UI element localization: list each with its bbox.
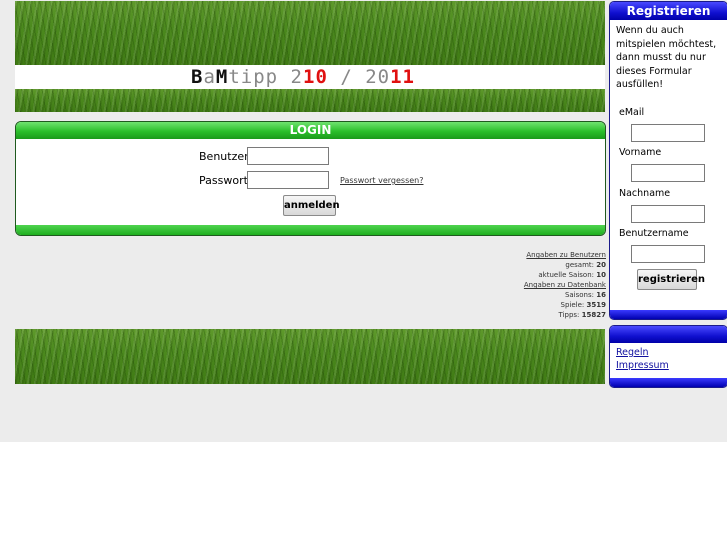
rules-link[interactable]: Regeln (616, 347, 649, 358)
stat-value: 20 (596, 261, 606, 269)
firstname-label: Vorname (619, 147, 662, 158)
grass-banner-strip-bottom (15, 89, 605, 112)
stat-label: gesamt: (565, 261, 595, 269)
stat-label: Spiele: (560, 301, 585, 309)
logo-part: M (215, 66, 229, 88)
register-intro: Wenn du auch mitspielen möchtest, dann m… (616, 25, 717, 90)
login-button[interactable]: anmelden (283, 195, 340, 216)
email-field[interactable] (631, 124, 705, 142)
username-label: Benutzer (199, 150, 249, 163)
grass-banner-top (15, 1, 605, 65)
register-title: Registrieren (610, 2, 727, 20)
stat-label: Tipps: (558, 311, 580, 319)
grass-banner-bottom (15, 329, 605, 384)
links-footer-bar (610, 378, 727, 387)
password-label: Passwort (199, 174, 248, 187)
database-info-link[interactable]: Angaben zu Datenbank (524, 281, 606, 289)
forgot-password-link[interactable]: Passwort vergessen? (340, 176, 424, 185)
logo-part: tipp 2 (228, 66, 303, 88)
stat-value: 3519 (586, 301, 606, 309)
logo-part: 10 (303, 66, 328, 88)
statistics: Angaben zu Benutzern gesamt: 20 aktuelle… (524, 250, 606, 320)
login-panel: LOGIN Benutzer Passwort Passwort vergess… (15, 121, 606, 236)
email-label: eMail (619, 107, 645, 118)
register-footer-bar (610, 310, 727, 319)
login-title: LOGIN (16, 122, 605, 139)
register-button[interactable]: registrieren (637, 269, 705, 290)
links-header (610, 326, 727, 343)
password-input[interactable] (247, 171, 329, 189)
stat-label: Saisons: (564, 291, 595, 299)
stat-value: 15827 (581, 311, 606, 319)
username-input[interactable] (247, 147, 329, 165)
stat-value: 10 (596, 271, 606, 279)
imprint-link[interactable]: Impressum (616, 360, 669, 371)
stat-label: aktuelle Saison: (538, 271, 595, 279)
lastname-label: Nachname (619, 188, 671, 199)
logo-part: a (203, 66, 216, 88)
register-panel: Registrieren Wenn du auch mitspielen möc… (609, 1, 727, 320)
firstname-field[interactable] (631, 164, 705, 182)
logo-part: 11 (390, 66, 415, 88)
login-footer-bar (16, 225, 605, 235)
logo-part: B (191, 66, 204, 88)
register-username-field[interactable] (631, 245, 705, 263)
stat-value: 16 (596, 291, 606, 299)
register-username-label: Benutzername (619, 228, 689, 239)
site-logo: BaMtipp 210 / 2011 (191, 66, 415, 88)
links-panel: Regeln Impressum (609, 325, 727, 388)
lastname-field[interactable] (631, 205, 705, 223)
logo-part: / 20 (327, 66, 391, 88)
users-info-link[interactable]: Angaben zu Benutzern (526, 251, 606, 259)
